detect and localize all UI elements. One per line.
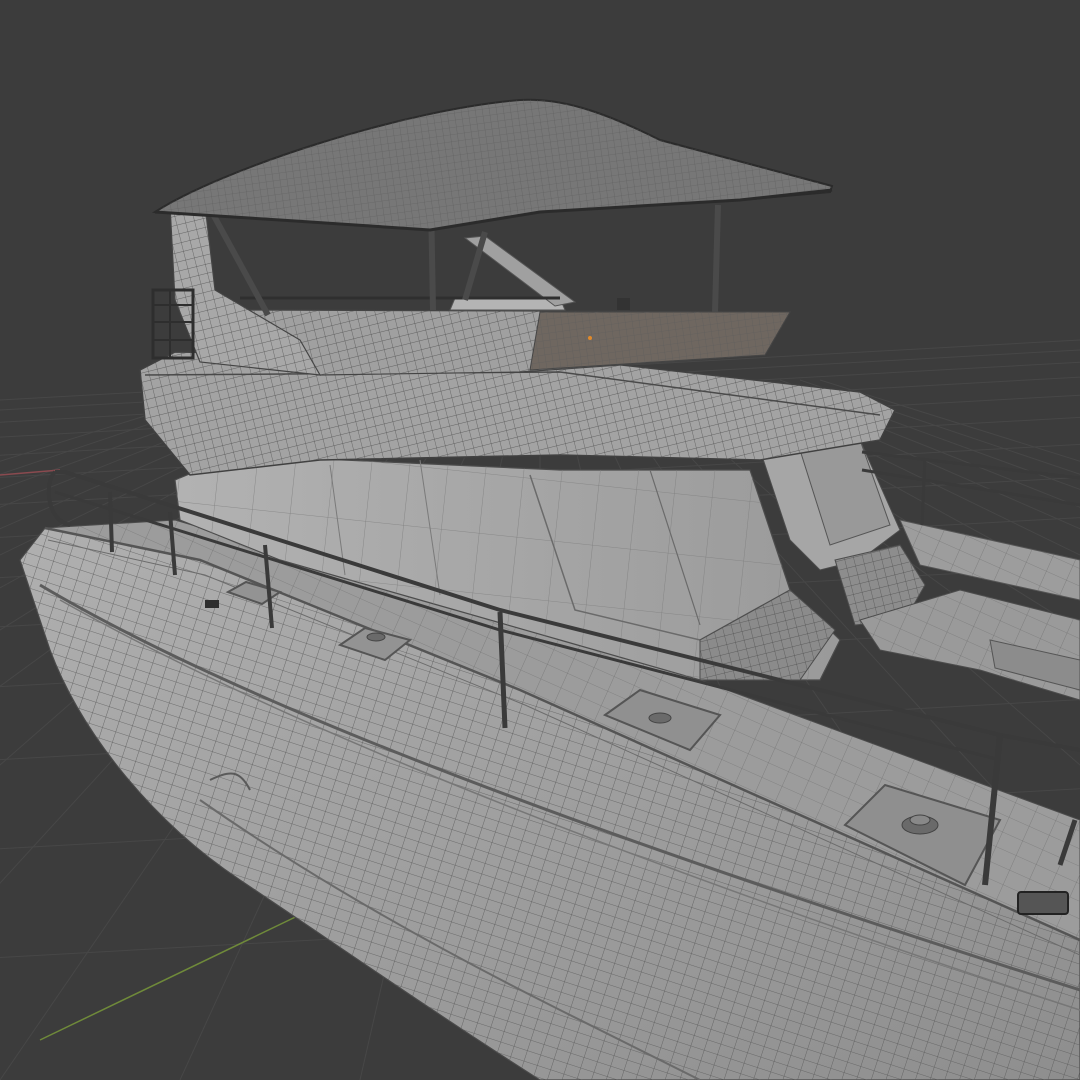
deck-cleat — [1017, 891, 1069, 915]
yacht-wireframe-render — [0, 98, 1080, 1080]
flybridge-coaming — [249, 309, 792, 376]
deck-cleat — [205, 600, 219, 608]
hardtop-roof — [151, 98, 834, 232]
3d-viewport[interactable] — [0, 0, 1080, 1080]
y-axis-line — [39, 909, 311, 1041]
